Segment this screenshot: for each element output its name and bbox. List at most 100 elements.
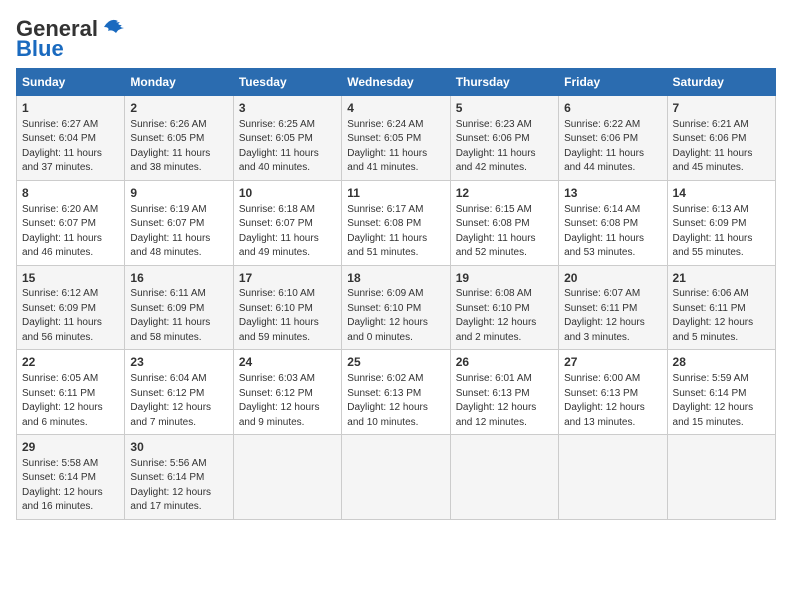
day-info: Sunrise: 6:17 AM Sunset: 6:08 PM Dayligh… [347, 203, 444, 261]
calendar-day-cell: 29Sunrise: 5:58 AM Sunset: 6:14 PM Dayli… [17, 435, 125, 520]
day-info: Sunrise: 6:25 AM Sunset: 6:05 PM Dayligh… [239, 118, 336, 176]
day-number: 9 [130, 185, 227, 202]
day-number: 24 [239, 354, 336, 371]
day-info: Sunrise: 6:00 AM Sunset: 6:13 PM Dayligh… [564, 372, 661, 430]
calendar-week-row: 1Sunrise: 6:27 AM Sunset: 6:04 PM Daylig… [17, 96, 776, 181]
day-info: Sunrise: 6:12 AM Sunset: 6:09 PM Dayligh… [22, 287, 119, 345]
logo-blue: Blue [16, 36, 64, 62]
day-info: Sunrise: 6:20 AM Sunset: 6:07 PM Dayligh… [22, 203, 119, 261]
calendar-day-cell: 27Sunrise: 6:00 AM Sunset: 6:13 PM Dayli… [559, 350, 667, 435]
page-header: General Blue [16, 16, 776, 62]
day-info: Sunrise: 6:10 AM Sunset: 6:10 PM Dayligh… [239, 287, 336, 345]
day-info: Sunrise: 6:26 AM Sunset: 6:05 PM Dayligh… [130, 118, 227, 176]
day-number: 18 [347, 270, 444, 287]
calendar-header-row: SundayMondayTuesdayWednesdayThursdayFrid… [17, 69, 776, 96]
day-number: 29 [22, 439, 119, 456]
day-number: 28 [673, 354, 770, 371]
day-number: 15 [22, 270, 119, 287]
day-info: Sunrise: 6:05 AM Sunset: 6:11 PM Dayligh… [22, 372, 119, 430]
calendar-day-cell: 17Sunrise: 6:10 AM Sunset: 6:10 PM Dayli… [233, 265, 341, 350]
day-info: Sunrise: 6:04 AM Sunset: 6:12 PM Dayligh… [130, 372, 227, 430]
calendar-week-row: 15Sunrise: 6:12 AM Sunset: 6:09 PM Dayli… [17, 265, 776, 350]
calendar-day-cell: 5Sunrise: 6:23 AM Sunset: 6:06 PM Daylig… [450, 96, 558, 181]
day-number: 6 [564, 100, 661, 117]
day-info: Sunrise: 5:58 AM Sunset: 6:14 PM Dayligh… [22, 457, 119, 515]
day-number: 14 [673, 185, 770, 202]
weekday-header: Sunday [17, 69, 125, 96]
day-number: 10 [239, 185, 336, 202]
day-info: Sunrise: 6:21 AM Sunset: 6:06 PM Dayligh… [673, 118, 770, 176]
weekday-header: Monday [125, 69, 233, 96]
day-number: 3 [239, 100, 336, 117]
weekday-header: Thursday [450, 69, 558, 96]
calendar-day-cell: 20Sunrise: 6:07 AM Sunset: 6:11 PM Dayli… [559, 265, 667, 350]
day-number: 27 [564, 354, 661, 371]
day-number: 19 [456, 270, 553, 287]
day-number: 23 [130, 354, 227, 371]
day-info: Sunrise: 6:27 AM Sunset: 6:04 PM Dayligh… [22, 118, 119, 176]
logo-bird-icon [100, 15, 132, 39]
day-number: 5 [456, 100, 553, 117]
day-info: Sunrise: 6:03 AM Sunset: 6:12 PM Dayligh… [239, 372, 336, 430]
calendar-day-cell: 28Sunrise: 5:59 AM Sunset: 6:14 PM Dayli… [667, 350, 775, 435]
calendar-week-row: 8Sunrise: 6:20 AM Sunset: 6:07 PM Daylig… [17, 180, 776, 265]
calendar-day-cell [667, 435, 775, 520]
day-number: 4 [347, 100, 444, 117]
calendar-week-row: 29Sunrise: 5:58 AM Sunset: 6:14 PM Dayli… [17, 435, 776, 520]
day-info: Sunrise: 6:18 AM Sunset: 6:07 PM Dayligh… [239, 203, 336, 261]
calendar-day-cell [233, 435, 341, 520]
day-number: 1 [22, 100, 119, 117]
day-number: 16 [130, 270, 227, 287]
calendar-day-cell: 24Sunrise: 6:03 AM Sunset: 6:12 PM Dayli… [233, 350, 341, 435]
calendar-day-cell: 25Sunrise: 6:02 AM Sunset: 6:13 PM Dayli… [342, 350, 450, 435]
calendar-day-cell: 19Sunrise: 6:08 AM Sunset: 6:10 PM Dayli… [450, 265, 558, 350]
calendar-day-cell: 4Sunrise: 6:24 AM Sunset: 6:05 PM Daylig… [342, 96, 450, 181]
calendar-day-cell: 1Sunrise: 6:27 AM Sunset: 6:04 PM Daylig… [17, 96, 125, 181]
day-number: 8 [22, 185, 119, 202]
day-info: Sunrise: 5:56 AM Sunset: 6:14 PM Dayligh… [130, 457, 227, 515]
calendar-day-cell: 22Sunrise: 6:05 AM Sunset: 6:11 PM Dayli… [17, 350, 125, 435]
calendar-day-cell: 15Sunrise: 6:12 AM Sunset: 6:09 PM Dayli… [17, 265, 125, 350]
calendar-day-cell: 12Sunrise: 6:15 AM Sunset: 6:08 PM Dayli… [450, 180, 558, 265]
day-number: 2 [130, 100, 227, 117]
day-info: Sunrise: 5:59 AM Sunset: 6:14 PM Dayligh… [673, 372, 770, 430]
logo: General Blue [16, 16, 132, 62]
calendar-day-cell [342, 435, 450, 520]
day-info: Sunrise: 6:11 AM Sunset: 6:09 PM Dayligh… [130, 287, 227, 345]
calendar-day-cell: 14Sunrise: 6:13 AM Sunset: 6:09 PM Dayli… [667, 180, 775, 265]
calendar-day-cell [450, 435, 558, 520]
calendar-day-cell: 16Sunrise: 6:11 AM Sunset: 6:09 PM Dayli… [125, 265, 233, 350]
day-number: 30 [130, 439, 227, 456]
calendar-day-cell: 18Sunrise: 6:09 AM Sunset: 6:10 PM Dayli… [342, 265, 450, 350]
day-number: 20 [564, 270, 661, 287]
day-info: Sunrise: 6:08 AM Sunset: 6:10 PM Dayligh… [456, 287, 553, 345]
calendar-day-cell: 23Sunrise: 6:04 AM Sunset: 6:12 PM Dayli… [125, 350, 233, 435]
calendar-day-cell [559, 435, 667, 520]
calendar-day-cell: 3Sunrise: 6:25 AM Sunset: 6:05 PM Daylig… [233, 96, 341, 181]
weekday-header: Tuesday [233, 69, 341, 96]
calendar-day-cell: 2Sunrise: 6:26 AM Sunset: 6:05 PM Daylig… [125, 96, 233, 181]
day-number: 13 [564, 185, 661, 202]
day-info: Sunrise: 6:13 AM Sunset: 6:09 PM Dayligh… [673, 203, 770, 261]
day-info: Sunrise: 6:23 AM Sunset: 6:06 PM Dayligh… [456, 118, 553, 176]
day-number: 22 [22, 354, 119, 371]
day-info: Sunrise: 6:15 AM Sunset: 6:08 PM Dayligh… [456, 203, 553, 261]
day-info: Sunrise: 6:19 AM Sunset: 6:07 PM Dayligh… [130, 203, 227, 261]
calendar-day-cell: 13Sunrise: 6:14 AM Sunset: 6:08 PM Dayli… [559, 180, 667, 265]
calendar-day-cell: 30Sunrise: 5:56 AM Sunset: 6:14 PM Dayli… [125, 435, 233, 520]
weekday-header: Friday [559, 69, 667, 96]
day-number: 25 [347, 354, 444, 371]
calendar-day-cell: 10Sunrise: 6:18 AM Sunset: 6:07 PM Dayli… [233, 180, 341, 265]
weekday-header: Wednesday [342, 69, 450, 96]
day-number: 12 [456, 185, 553, 202]
day-number: 26 [456, 354, 553, 371]
day-number: 11 [347, 185, 444, 202]
day-info: Sunrise: 6:06 AM Sunset: 6:11 PM Dayligh… [673, 287, 770, 345]
day-info: Sunrise: 6:01 AM Sunset: 6:13 PM Dayligh… [456, 372, 553, 430]
calendar-day-cell: 11Sunrise: 6:17 AM Sunset: 6:08 PM Dayli… [342, 180, 450, 265]
day-info: Sunrise: 6:02 AM Sunset: 6:13 PM Dayligh… [347, 372, 444, 430]
calendar-day-cell: 7Sunrise: 6:21 AM Sunset: 6:06 PM Daylig… [667, 96, 775, 181]
calendar-day-cell: 26Sunrise: 6:01 AM Sunset: 6:13 PM Dayli… [450, 350, 558, 435]
calendar-day-cell: 8Sunrise: 6:20 AM Sunset: 6:07 PM Daylig… [17, 180, 125, 265]
day-info: Sunrise: 6:22 AM Sunset: 6:06 PM Dayligh… [564, 118, 661, 176]
